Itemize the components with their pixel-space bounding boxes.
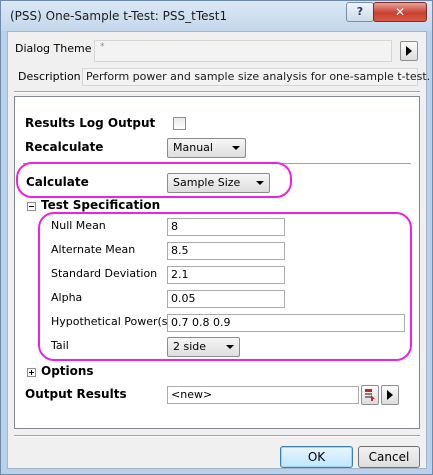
calculate-highlight	[16, 162, 292, 198]
output-results-menu-button[interactable]	[381, 385, 399, 405]
help-button[interactable]: ?	[346, 2, 374, 22]
description-text: Perform power and sample size analysis f…	[86, 70, 431, 83]
right-arrow-icon	[387, 390, 393, 400]
ok-button[interactable]: OK	[280, 446, 353, 468]
description-label: Description	[18, 70, 81, 83]
header-divider	[14, 91, 420, 93]
title-bar[interactable]: (PSS) One-Sample t-Test: PSS_tTest1 ? ✕	[1, 1, 432, 31]
dialog-theme-value: *	[100, 42, 105, 52]
test-specification-highlight	[38, 212, 412, 361]
footer-divider	[14, 435, 420, 437]
close-button[interactable]: ✕	[373, 2, 427, 22]
options-label[interactable]: Options	[41, 364, 94, 378]
results-log-checkbox[interactable]	[173, 117, 186, 130]
test-specification-label[interactable]: Test Specification	[41, 198, 160, 212]
output-results-input[interactable]: <new>	[167, 386, 359, 404]
results-log-label: Results Log Output	[25, 116, 156, 130]
collapse-icon[interactable]	[27, 202, 36, 211]
window-title: (PSS) One-Sample t-Test: PSS_tTest1	[10, 9, 228, 23]
dialog-body: Dialog Theme * Description Perform power…	[7, 31, 430, 469]
recalculate-label: Recalculate	[25, 140, 104, 154]
output-results-label: Output Results	[25, 387, 127, 401]
recalculate-value: Manual	[173, 141, 213, 154]
dialog-theme-label: Dialog Theme	[15, 42, 92, 55]
dialog-theme-menu-button[interactable]	[400, 41, 418, 61]
cancel-button[interactable]: Cancel	[358, 446, 420, 468]
expand-icon[interactable]	[27, 368, 36, 377]
output-results-value: <new>	[171, 388, 213, 401]
description-field: Perform power and sample size analysis f…	[82, 68, 430, 86]
chevron-down-icon	[232, 146, 240, 150]
output-results-picker-button[interactable]	[361, 385, 379, 405]
recalculate-select[interactable]: Manual	[167, 138, 246, 158]
settings-panel: Results Log Output Recalculate Manual Ca…	[14, 96, 420, 429]
right-arrow-icon	[406, 46, 412, 56]
dialog-theme-field[interactable]: *	[94, 40, 392, 62]
sheet-picker-icon	[365, 389, 375, 401]
dialog-window: (PSS) One-Sample t-Test: PSS_tTest1 ? ✕ …	[0, 0, 433, 475]
